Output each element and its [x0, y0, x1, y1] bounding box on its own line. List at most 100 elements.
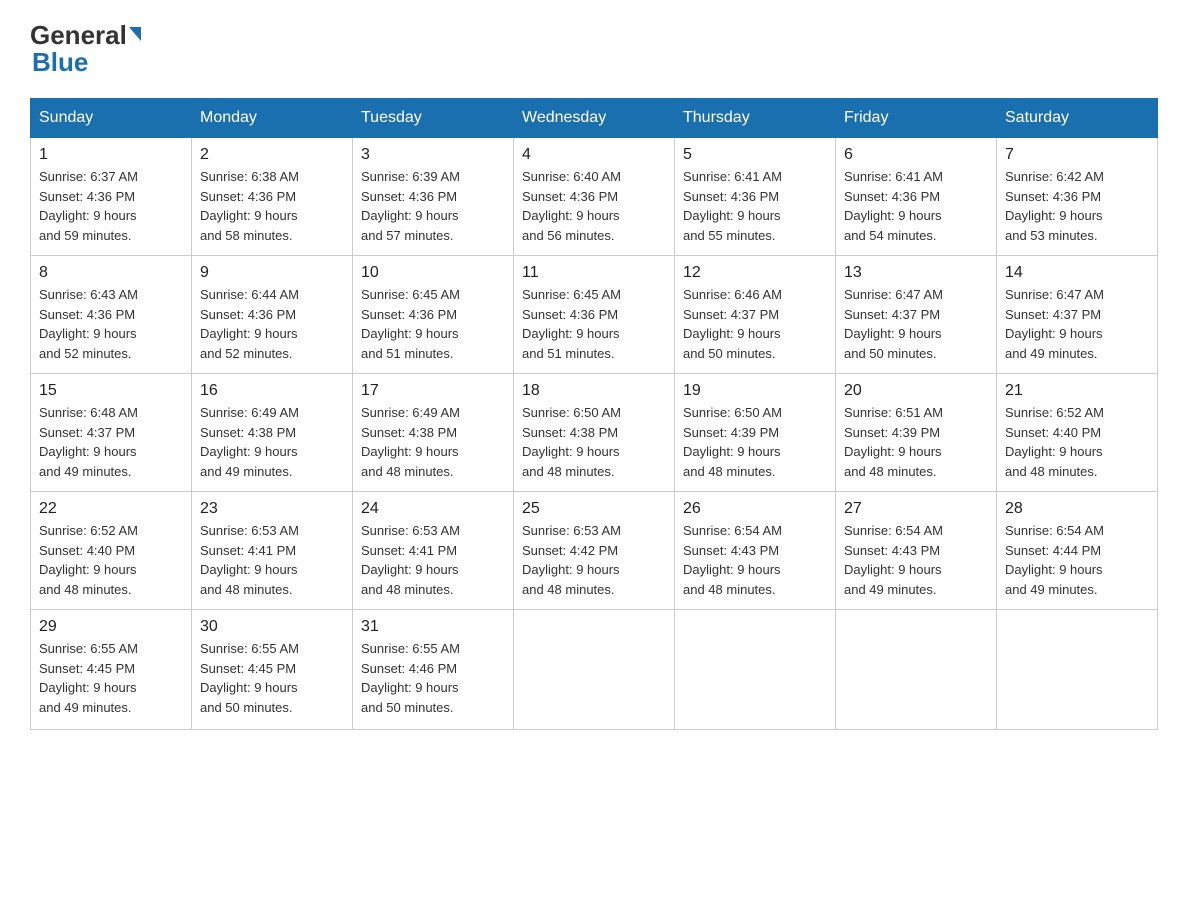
- day-number: 30: [200, 618, 344, 636]
- calendar-cell: 14 Sunrise: 6:47 AMSunset: 4:37 PMDaylig…: [997, 256, 1158, 374]
- day-info: Sunrise: 6:47 AMSunset: 4:37 PMDaylight:…: [844, 287, 943, 361]
- day-number: 6: [844, 146, 988, 164]
- day-info: Sunrise: 6:38 AMSunset: 4:36 PMDaylight:…: [200, 169, 299, 243]
- calendar-cell: 29 Sunrise: 6:55 AMSunset: 4:45 PMDaylig…: [31, 610, 192, 730]
- calendar-cell: 1 Sunrise: 6:37 AMSunset: 4:36 PMDayligh…: [31, 138, 192, 256]
- calendar-week-row: 15 Sunrise: 6:48 AMSunset: 4:37 PMDaylig…: [31, 374, 1158, 492]
- day-number: 28: [1005, 500, 1149, 518]
- day-number: 15: [39, 382, 183, 400]
- calendar-week-row: 22 Sunrise: 6:52 AMSunset: 4:40 PMDaylig…: [31, 492, 1158, 610]
- calendar-body: 1 Sunrise: 6:37 AMSunset: 4:36 PMDayligh…: [31, 138, 1158, 730]
- day-info: Sunrise: 6:51 AMSunset: 4:39 PMDaylight:…: [844, 405, 943, 479]
- day-info: Sunrise: 6:52 AMSunset: 4:40 PMDaylight:…: [39, 523, 138, 597]
- day-number: 5: [683, 146, 827, 164]
- day-info: Sunrise: 6:54 AMSunset: 4:44 PMDaylight:…: [1005, 523, 1104, 597]
- calendar-cell: 9 Sunrise: 6:44 AMSunset: 4:36 PMDayligh…: [192, 256, 353, 374]
- calendar-table: SundayMondayTuesdayWednesdayThursdayFrid…: [30, 98, 1158, 730]
- calendar-header-sunday: Sunday: [31, 99, 192, 138]
- logo: General Blue: [30, 20, 141, 78]
- calendar-week-row: 8 Sunrise: 6:43 AMSunset: 4:36 PMDayligh…: [31, 256, 1158, 374]
- day-number: 31: [361, 618, 505, 636]
- calendar-header-monday: Monday: [192, 99, 353, 138]
- day-number: 7: [1005, 146, 1149, 164]
- day-number: 8: [39, 264, 183, 282]
- day-info: Sunrise: 6:46 AMSunset: 4:37 PMDaylight:…: [683, 287, 782, 361]
- calendar-cell: 23 Sunrise: 6:53 AMSunset: 4:41 PMDaylig…: [192, 492, 353, 610]
- day-info: Sunrise: 6:44 AMSunset: 4:36 PMDaylight:…: [200, 287, 299, 361]
- day-number: 2: [200, 146, 344, 164]
- calendar-header-wednesday: Wednesday: [514, 99, 675, 138]
- day-info: Sunrise: 6:43 AMSunset: 4:36 PMDaylight:…: [39, 287, 138, 361]
- calendar-cell: [514, 610, 675, 730]
- day-info: Sunrise: 6:54 AMSunset: 4:43 PMDaylight:…: [844, 523, 943, 597]
- calendar-week-row: 1 Sunrise: 6:37 AMSunset: 4:36 PMDayligh…: [31, 138, 1158, 256]
- day-number: 12: [683, 264, 827, 282]
- calendar-cell: 22 Sunrise: 6:52 AMSunset: 4:40 PMDaylig…: [31, 492, 192, 610]
- calendar-week-row: 29 Sunrise: 6:55 AMSunset: 4:45 PMDaylig…: [31, 610, 1158, 730]
- calendar-header-tuesday: Tuesday: [353, 99, 514, 138]
- calendar-cell: 13 Sunrise: 6:47 AMSunset: 4:37 PMDaylig…: [836, 256, 997, 374]
- day-number: 11: [522, 264, 666, 282]
- day-number: 23: [200, 500, 344, 518]
- calendar-cell: 10 Sunrise: 6:45 AMSunset: 4:36 PMDaylig…: [353, 256, 514, 374]
- day-number: 27: [844, 500, 988, 518]
- calendar-cell: 2 Sunrise: 6:38 AMSunset: 4:36 PMDayligh…: [192, 138, 353, 256]
- calendar-header-friday: Friday: [836, 99, 997, 138]
- calendar-cell: 24 Sunrise: 6:53 AMSunset: 4:41 PMDaylig…: [353, 492, 514, 610]
- calendar-cell: 28 Sunrise: 6:54 AMSunset: 4:44 PMDaylig…: [997, 492, 1158, 610]
- calendar-cell: 16 Sunrise: 6:49 AMSunset: 4:38 PMDaylig…: [192, 374, 353, 492]
- day-number: 4: [522, 146, 666, 164]
- day-number: 21: [1005, 382, 1149, 400]
- calendar-cell: 27 Sunrise: 6:54 AMSunset: 4:43 PMDaylig…: [836, 492, 997, 610]
- calendar-cell: 8 Sunrise: 6:43 AMSunset: 4:36 PMDayligh…: [31, 256, 192, 374]
- calendar-cell: 6 Sunrise: 6:41 AMSunset: 4:36 PMDayligh…: [836, 138, 997, 256]
- day-info: Sunrise: 6:49 AMSunset: 4:38 PMDaylight:…: [361, 405, 460, 479]
- day-number: 18: [522, 382, 666, 400]
- calendar-header-saturday: Saturday: [997, 99, 1158, 138]
- day-info: Sunrise: 6:50 AMSunset: 4:39 PMDaylight:…: [683, 405, 782, 479]
- calendar-cell: 31 Sunrise: 6:55 AMSunset: 4:46 PMDaylig…: [353, 610, 514, 730]
- day-number: 26: [683, 500, 827, 518]
- day-number: 17: [361, 382, 505, 400]
- day-number: 22: [39, 500, 183, 518]
- calendar-cell: 7 Sunrise: 6:42 AMSunset: 4:36 PMDayligh…: [997, 138, 1158, 256]
- calendar-cell: 3 Sunrise: 6:39 AMSunset: 4:36 PMDayligh…: [353, 138, 514, 256]
- calendar-cell: 17 Sunrise: 6:49 AMSunset: 4:38 PMDaylig…: [353, 374, 514, 492]
- day-info: Sunrise: 6:53 AMSunset: 4:41 PMDaylight:…: [200, 523, 299, 597]
- day-number: 24: [361, 500, 505, 518]
- calendar-cell: 15 Sunrise: 6:48 AMSunset: 4:37 PMDaylig…: [31, 374, 192, 492]
- day-number: 20: [844, 382, 988, 400]
- calendar-cell: 11 Sunrise: 6:45 AMSunset: 4:36 PMDaylig…: [514, 256, 675, 374]
- day-number: 14: [1005, 264, 1149, 282]
- day-info: Sunrise: 6:53 AMSunset: 4:41 PMDaylight:…: [361, 523, 460, 597]
- calendar-cell: [675, 610, 836, 730]
- day-info: Sunrise: 6:48 AMSunset: 4:37 PMDaylight:…: [39, 405, 138, 479]
- calendar-header-thursday: Thursday: [675, 99, 836, 138]
- day-number: 29: [39, 618, 183, 636]
- day-number: 25: [522, 500, 666, 518]
- day-info: Sunrise: 6:41 AMSunset: 4:36 PMDaylight:…: [683, 169, 782, 243]
- calendar-cell: 26 Sunrise: 6:54 AMSunset: 4:43 PMDaylig…: [675, 492, 836, 610]
- calendar-cell: 21 Sunrise: 6:52 AMSunset: 4:40 PMDaylig…: [997, 374, 1158, 492]
- day-info: Sunrise: 6:49 AMSunset: 4:38 PMDaylight:…: [200, 405, 299, 479]
- logo-blue-text: Blue: [30, 47, 88, 78]
- day-info: Sunrise: 6:54 AMSunset: 4:43 PMDaylight:…: [683, 523, 782, 597]
- day-info: Sunrise: 6:45 AMSunset: 4:36 PMDaylight:…: [361, 287, 460, 361]
- page-header: General Blue: [30, 20, 1158, 78]
- day-number: 3: [361, 146, 505, 164]
- calendar-cell: 5 Sunrise: 6:41 AMSunset: 4:36 PMDayligh…: [675, 138, 836, 256]
- day-info: Sunrise: 6:40 AMSunset: 4:36 PMDaylight:…: [522, 169, 621, 243]
- calendar-cell: [997, 610, 1158, 730]
- calendar-cell: 25 Sunrise: 6:53 AMSunset: 4:42 PMDaylig…: [514, 492, 675, 610]
- day-number: 10: [361, 264, 505, 282]
- day-info: Sunrise: 6:53 AMSunset: 4:42 PMDaylight:…: [522, 523, 621, 597]
- calendar-cell: 4 Sunrise: 6:40 AMSunset: 4:36 PMDayligh…: [514, 138, 675, 256]
- day-info: Sunrise: 6:50 AMSunset: 4:38 PMDaylight:…: [522, 405, 621, 479]
- day-info: Sunrise: 6:39 AMSunset: 4:36 PMDaylight:…: [361, 169, 460, 243]
- calendar-cell: 18 Sunrise: 6:50 AMSunset: 4:38 PMDaylig…: [514, 374, 675, 492]
- calendar-header-row: SundayMondayTuesdayWednesdayThursdayFrid…: [31, 99, 1158, 138]
- day-info: Sunrise: 6:37 AMSunset: 4:36 PMDaylight:…: [39, 169, 138, 243]
- day-info: Sunrise: 6:52 AMSunset: 4:40 PMDaylight:…: [1005, 405, 1104, 479]
- day-info: Sunrise: 6:55 AMSunset: 4:45 PMDaylight:…: [39, 641, 138, 715]
- day-info: Sunrise: 6:42 AMSunset: 4:36 PMDaylight:…: [1005, 169, 1104, 243]
